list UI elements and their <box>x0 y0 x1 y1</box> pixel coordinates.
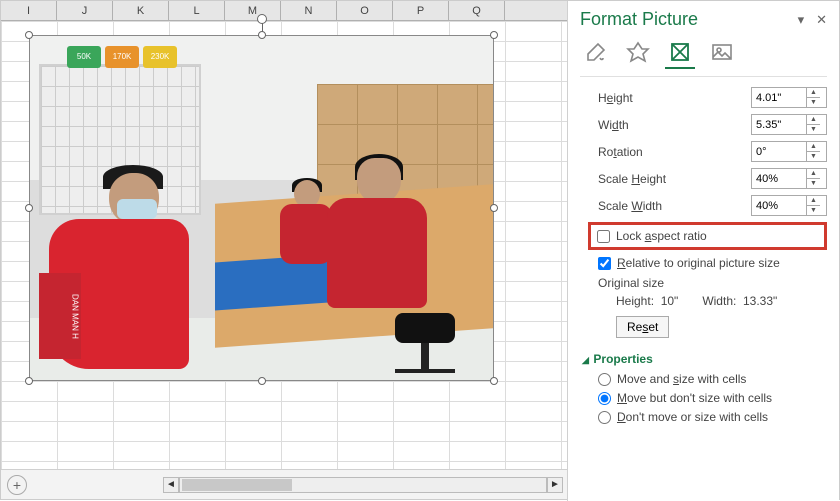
add-sheet-button[interactable]: + <box>7 475 27 495</box>
scale-width-label: Scale Width <box>598 199 751 213</box>
lock-aspect-highlight: Lock aspect ratio <box>588 222 827 250</box>
spinner-up[interactable]: ▲ <box>807 169 820 179</box>
height-field[interactable] <box>752 88 806 107</box>
spinner-up[interactable]: ▲ <box>807 142 820 152</box>
col-header[interactable]: L <box>169 1 225 20</box>
spinner-down[interactable]: ▼ <box>807 179 820 188</box>
size-tab-icon[interactable] <box>668 40 692 64</box>
move-only-label: Move but don't size with cells <box>617 391 772 405</box>
height-label: Height <box>598 91 751 105</box>
spinner-up[interactable]: ▲ <box>807 196 820 206</box>
relative-size-checkbox[interactable] <box>598 257 611 270</box>
properties-section-header[interactable]: Properties <box>582 352 827 366</box>
rotation-input[interactable]: ▲▼ <box>751 141 827 162</box>
price-sign: 230K <box>143 46 177 68</box>
price-sign: 170K <box>105 46 139 68</box>
resize-handle[interactable] <box>258 377 266 385</box>
dont-move-label: Don't move or size with cells <box>617 410 768 424</box>
reset-button[interactable]: Reset <box>616 316 669 338</box>
horizontal-scrollbar[interactable]: ◄ ► <box>163 477 563 493</box>
sheet-bar: + ◄ ► <box>1 469 569 499</box>
col-header[interactable]: O <box>337 1 393 20</box>
scale-height-input[interactable]: ▲▼ <box>751 168 827 189</box>
resize-handle[interactable] <box>490 31 498 39</box>
dont-move-radio[interactable] <box>598 411 611 424</box>
spinner-down[interactable]: ▼ <box>807 206 820 215</box>
col-header[interactable]: N <box>281 1 337 20</box>
col-header[interactable]: J <box>57 1 113 20</box>
scroll-left-arrow[interactable]: ◄ <box>163 477 179 493</box>
panel-title: Format Picture <box>580 9 798 30</box>
panel-dropdown-icon[interactable]: ▾ <box>798 12 805 28</box>
spinner-up[interactable]: ▲ <box>807 88 820 98</box>
selected-picture[interactable]: 50K 170K 230K DAN MAN H <box>29 35 494 381</box>
resize-handle[interactable] <box>490 204 498 212</box>
panel-tabs <box>584 40 827 64</box>
scale-height-label: Scale Height <box>598 172 751 186</box>
picture-content: 50K 170K 230K DAN MAN H <box>30 36 493 380</box>
scroll-track[interactable] <box>179 477 547 493</box>
rotation-label: Rotation <box>598 145 751 159</box>
rotation-field[interactable] <box>752 142 806 161</box>
column-headers: I J K L M N O P Q <box>1 1 569 21</box>
format-picture-panel: Format Picture ▾ ✕ Height ▲▼ Width ▲▼ <box>567 1 839 501</box>
move-size-label: Move and size with cells <box>617 372 746 386</box>
height-input[interactable]: ▲▼ <box>751 87 827 108</box>
spinner-down[interactable]: ▼ <box>807 125 820 134</box>
resize-handle[interactable] <box>490 377 498 385</box>
lock-aspect-checkbox[interactable] <box>597 230 610 243</box>
scale-height-field[interactable] <box>752 169 806 188</box>
picture-tab-icon[interactable] <box>710 40 734 64</box>
price-sign: 50K <box>67 46 101 68</box>
original-size-values: Height: 10" Width: 13.33" <box>616 294 827 308</box>
relative-size-label: Relative to original picture size <box>617 256 780 270</box>
move-size-radio[interactable] <box>598 373 611 386</box>
scale-width-field[interactable] <box>752 196 806 215</box>
spinner-down[interactable]: ▼ <box>807 98 820 107</box>
resize-handle[interactable] <box>25 204 33 212</box>
scale-width-input[interactable]: ▲▼ <box>751 195 827 216</box>
spinner-down[interactable]: ▼ <box>807 152 820 161</box>
scroll-thumb[interactable] <box>182 479 292 491</box>
rotate-handle[interactable] <box>257 14 267 24</box>
spreadsheet-area: I J K L M N O P Q 50K 170K 230K DAN MAN <box>1 1 569 471</box>
col-header[interactable]: I <box>1 1 57 20</box>
fill-tab-icon[interactable] <box>584 40 608 64</box>
width-label: Width <box>598 118 751 132</box>
col-header[interactable]: P <box>393 1 449 20</box>
scroll-right-arrow[interactable]: ► <box>547 477 563 493</box>
effects-tab-icon[interactable] <box>626 40 650 64</box>
spinner-up[interactable]: ▲ <box>807 115 820 125</box>
banner-text: DAN MAN H <box>39 273 81 359</box>
width-input[interactable]: ▲▼ <box>751 114 827 135</box>
lock-aspect-label: Lock aspect ratio <box>616 229 707 243</box>
col-header[interactable]: M <box>225 1 281 20</box>
col-header[interactable]: Q <box>449 1 505 20</box>
resize-handle[interactable] <box>25 31 33 39</box>
col-header[interactable]: K <box>113 1 169 20</box>
move-only-radio[interactable] <box>598 392 611 405</box>
resize-handle[interactable] <box>25 377 33 385</box>
width-field[interactable] <box>752 115 806 134</box>
original-size-label: Original size <box>598 276 827 290</box>
resize-handle[interactable] <box>258 31 266 39</box>
panel-close-icon[interactable]: ✕ <box>816 12 827 28</box>
